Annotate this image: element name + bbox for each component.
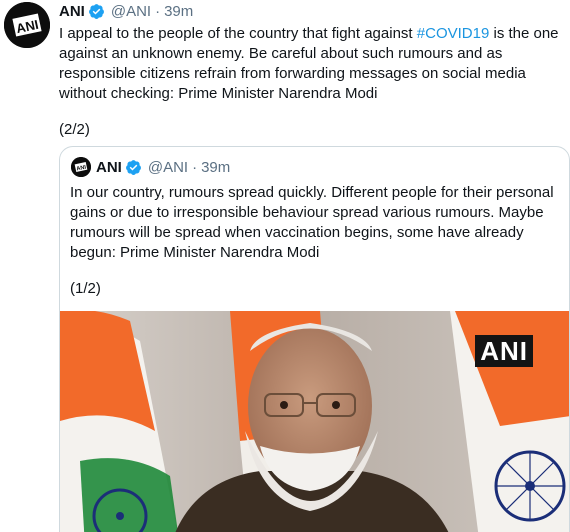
quoted-author-name[interactable]: ANI (96, 159, 122, 176)
separator-dot: · (192, 158, 198, 176)
verified-badge-icon (88, 3, 105, 20)
quoted-tweet-text: In our country, rumours spread quickly. … (70, 184, 554, 261)
quoted-avatar[interactable]: ANI (71, 157, 91, 177)
quoted-thread-count: (1/2) (70, 280, 101, 297)
quoted-author-handle[interactable]: @ANI (148, 159, 188, 176)
author-name[interactable]: ANI (59, 3, 85, 20)
separator-dot: · (155, 2, 161, 20)
tweet-text-part-1: I appeal to the people of the country th… (59, 25, 417, 42)
quoted-tweet-header: ANI @ANI · 39m (96, 156, 230, 178)
ani-watermark: ANI (475, 335, 533, 367)
tweet-header: ANI @ANI · 39m (59, 1, 193, 21)
author-handle[interactable]: @ANI (111, 3, 151, 20)
quoted-timestamp[interactable]: 39m (201, 159, 230, 176)
tweet-media-image[interactable]: ANI (60, 311, 569, 532)
hashtag-link[interactable]: #COVID19 (417, 25, 490, 42)
avatar[interactable]: ANI (4, 2, 50, 48)
ani-logo-icon: ANI (4, 2, 50, 48)
ani-logo-icon: ANI (71, 157, 91, 177)
quoted-tweet[interactable]: ANI @ANI · 39m In our country, rumours s… (59, 146, 570, 532)
verified-badge-icon (125, 159, 142, 176)
thread-count: (2/2) (59, 121, 90, 138)
timestamp[interactable]: 39m (164, 3, 193, 20)
tweet-text: I appeal to the people of the country th… (59, 24, 565, 104)
